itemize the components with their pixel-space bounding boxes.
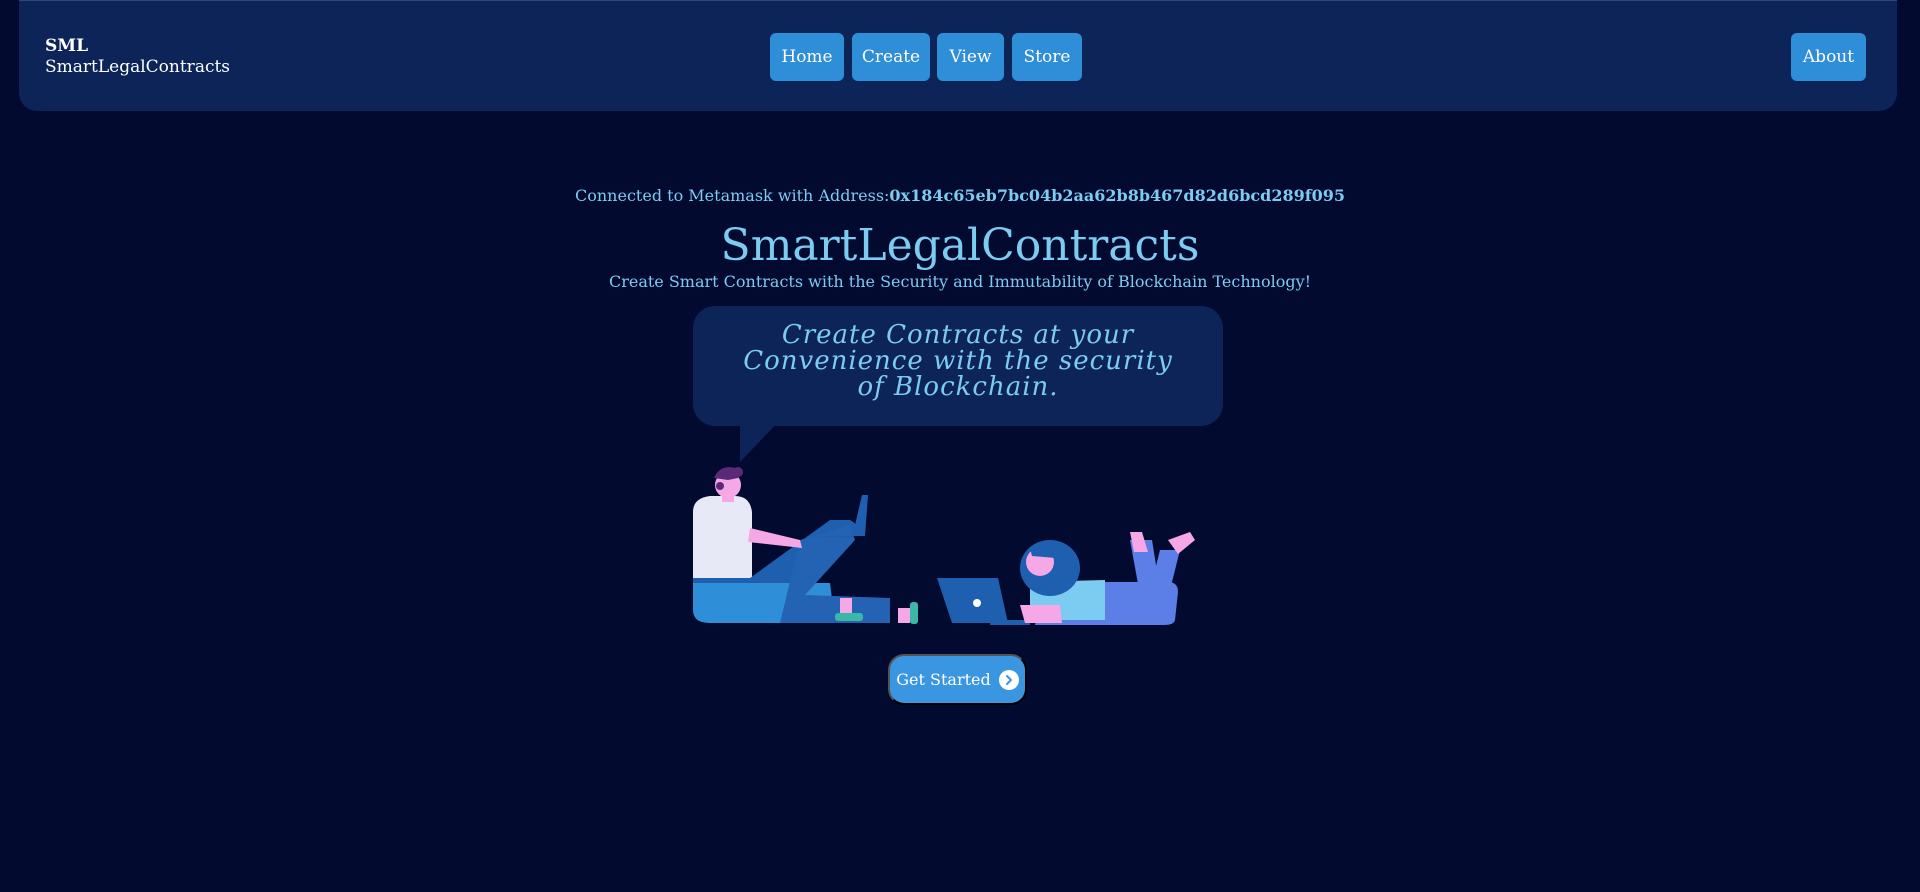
wallet-address: 0x184c65eb7bc04b2aa62b8b467d82d6bcd289f0… — [889, 186, 1345, 205]
brand-short-name: SML — [45, 36, 89, 56]
hero-title: SmartLegalContracts — [720, 220, 1200, 271]
connection-label: Connected to Metamask with Address: — [575, 186, 890, 205]
nav-home-button[interactable]: Home — [770, 33, 844, 81]
get-started-label: Get Started — [896, 670, 991, 689]
connection-status: Connected to Metamask with Address:0x184… — [0, 186, 1920, 205]
get-started-button[interactable]: Get Started — [888, 654, 1027, 705]
navbar: SML SmartLegalContracts Home Create View… — [19, 0, 1897, 111]
woman-figure — [1020, 532, 1195, 625]
hero-subtitle: Create Smart Contracts with the Security… — [608, 272, 1312, 291]
speech-bubble-tail — [740, 420, 780, 462]
floor-laptop — [937, 578, 1030, 625]
speech-bubble: Create Contracts at your Convenience wit… — [693, 306, 1223, 426]
speech-bubble-text: Create Contracts at your Convenience wit… — [743, 320, 1173, 402]
man-figure — [693, 467, 918, 624]
brand-full-name: SmartLegalContracts — [45, 57, 231, 77]
people-with-laptops-illustration — [693, 420, 1195, 625]
nav-store-button[interactable]: Store — [1012, 33, 1082, 81]
chevron-right-circle-icon — [998, 669, 1019, 690]
nav-about-button[interactable]: About — [1791, 33, 1866, 81]
nav-view-button[interactable]: View — [937, 33, 1004, 81]
nav-create-button[interactable]: Create — [852, 33, 930, 81]
brand[interactable]: SML SmartLegalContracts — [45, 36, 230, 78]
